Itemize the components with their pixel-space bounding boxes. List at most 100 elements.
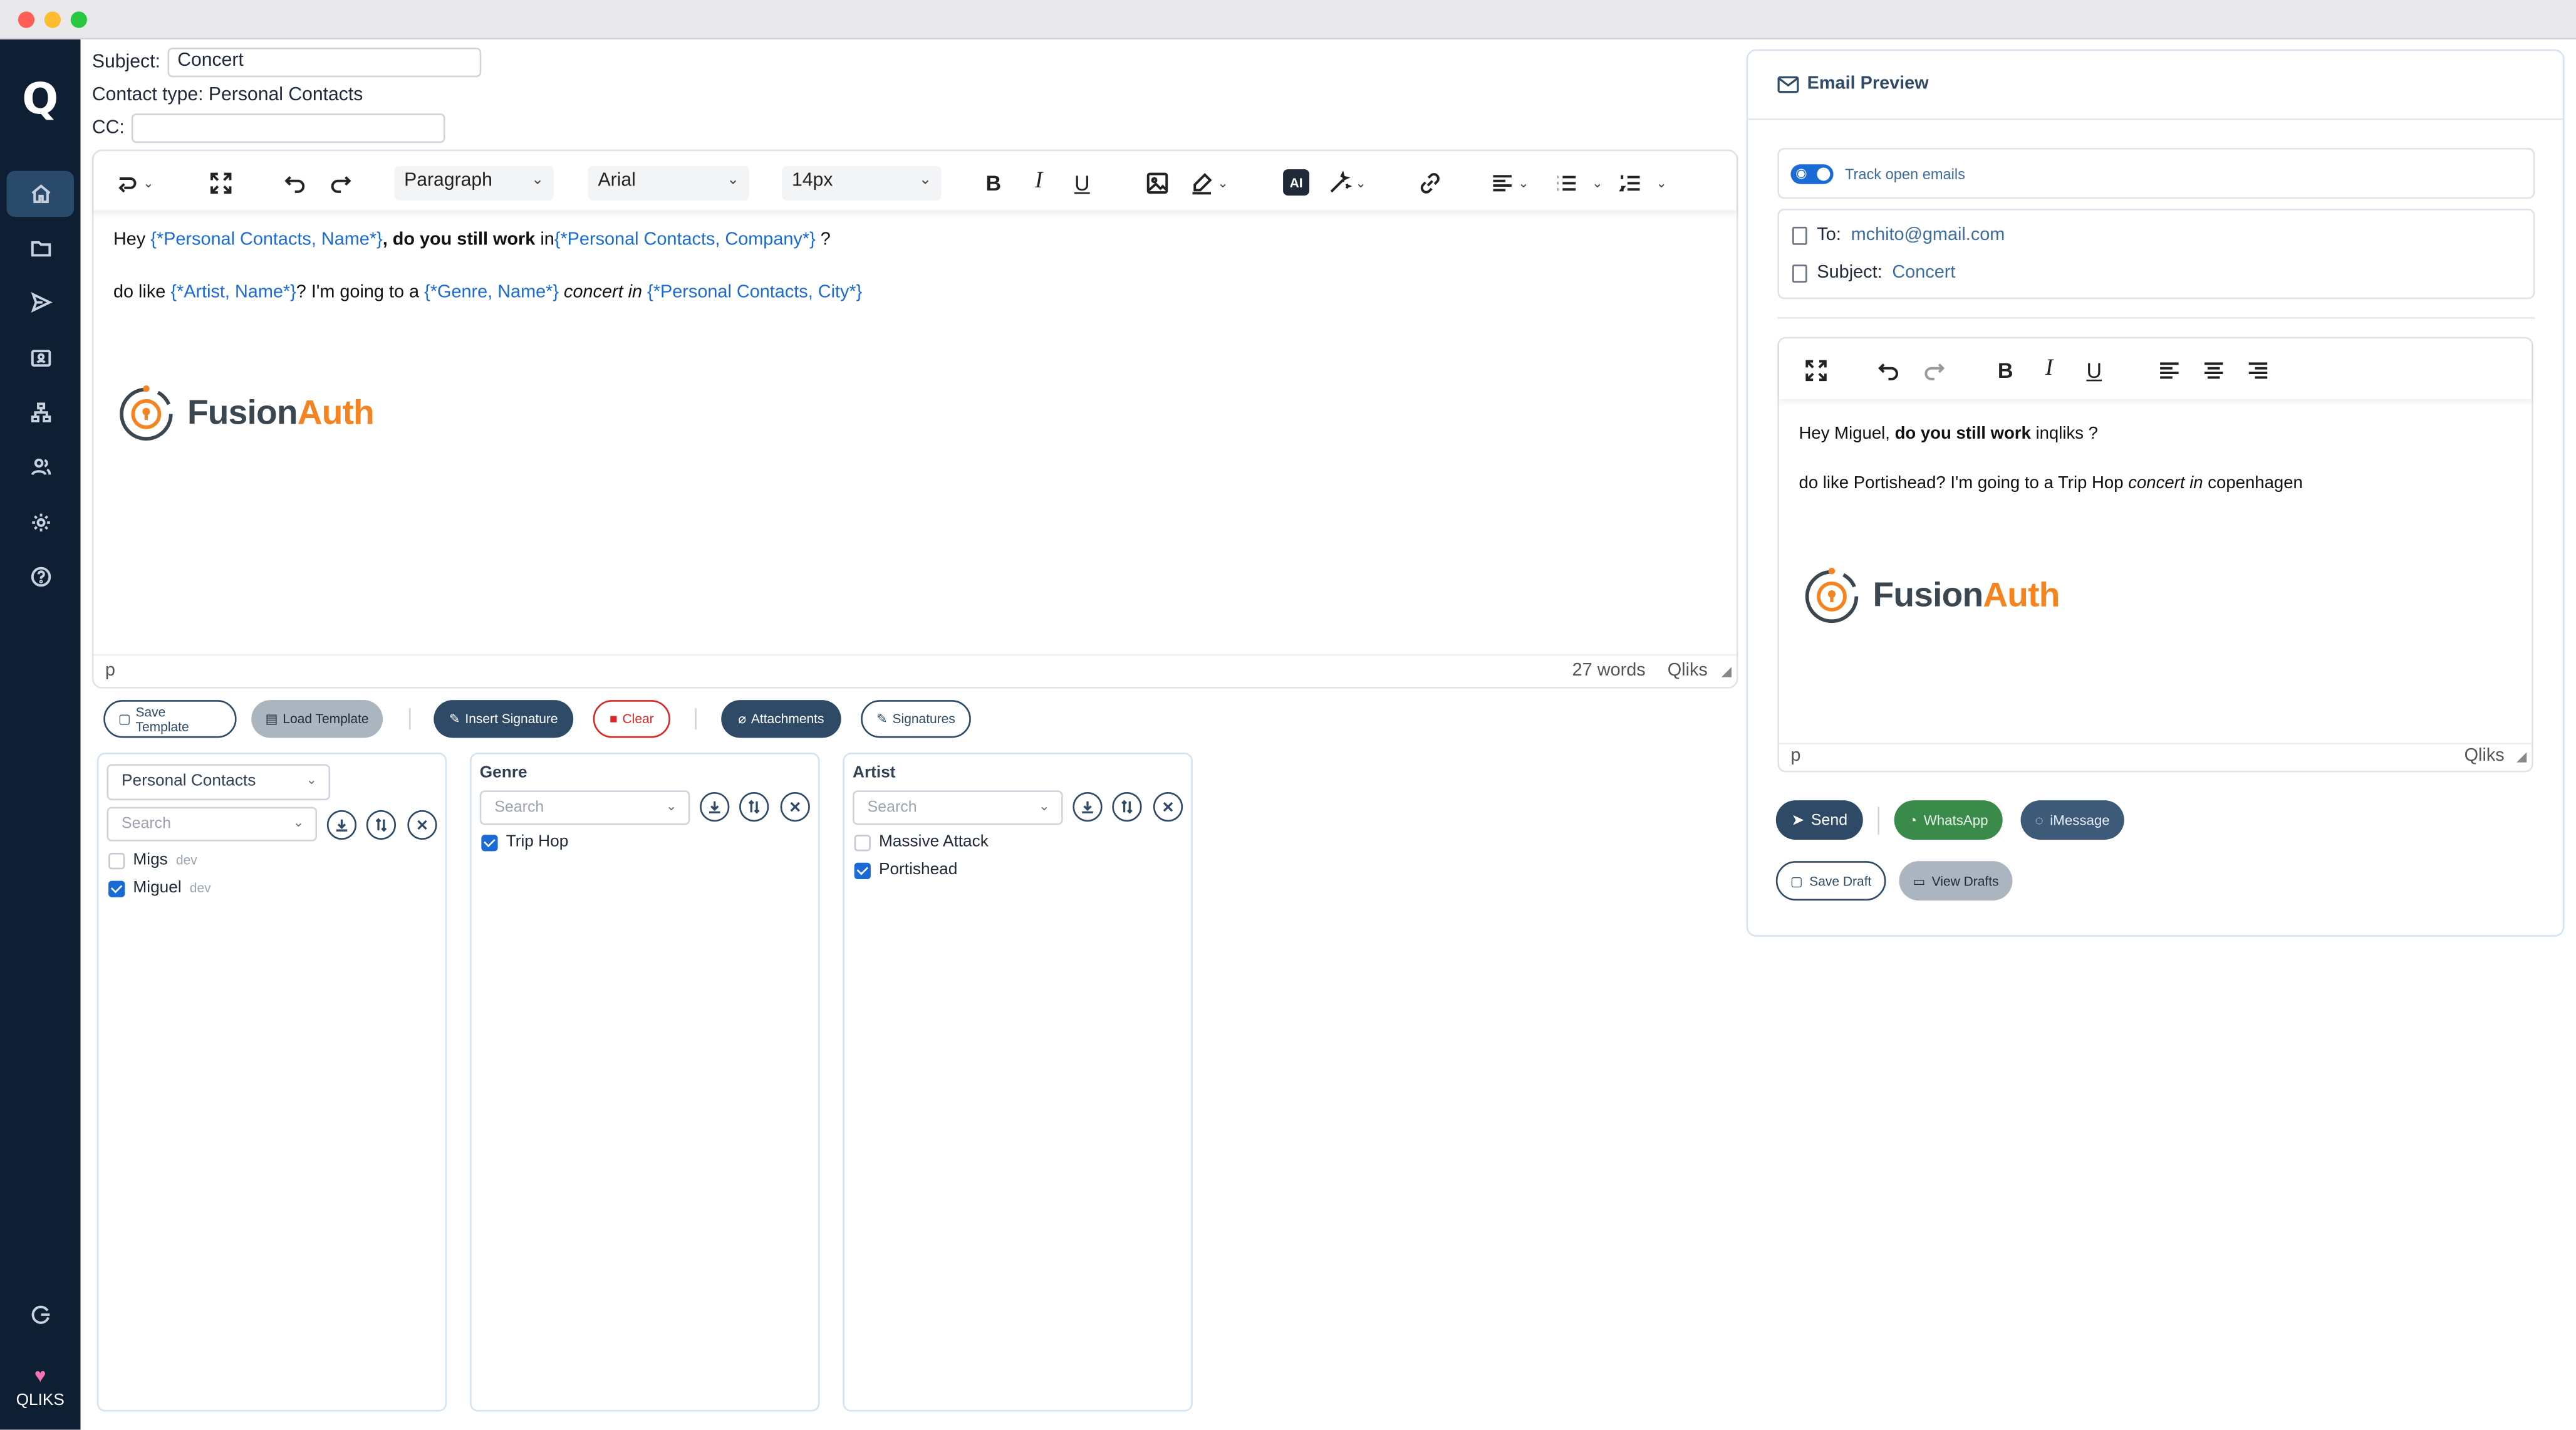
view-drafts-button[interactable]: ▭ View Drafts [1899, 861, 2013, 901]
font-size-select[interactable]: 14px ⌄ [782, 165, 942, 201]
preview-element-path[interactable]: p [1790, 746, 1800, 766]
bullet-list-button[interactable]: ⌄ [1554, 167, 1603, 197]
divider [1777, 317, 2535, 319]
italic-button[interactable]: I [1035, 167, 1042, 197]
element-path[interactable]: p [105, 660, 115, 680]
sidebar-item-hierarchy[interactable] [6, 390, 74, 436]
undo-button[interactable] [283, 167, 307, 197]
maximize-window-button[interactable] [70, 11, 87, 28]
artist-download-button[interactable] [1072, 791, 1103, 822]
document-icon [1792, 263, 1807, 282]
genre-clear-button[interactable] [780, 791, 810, 822]
app-logo[interactable]: Q [0, 76, 80, 125]
artist-search-select[interactable]: Search ⌄ [853, 790, 1063, 825]
preview-content[interactable]: Hey Miguel, do you still work inqliks ? … [1799, 420, 2303, 496]
contacts-sort-button[interactable] [366, 810, 396, 840]
subject-input[interactable]: Concert [167, 48, 482, 78]
preview-italic-button[interactable]: I [2045, 355, 2053, 384]
align-center-button[interactable] [2201, 355, 2226, 384]
word-count[interactable]: 27 words [1572, 660, 1646, 680]
genre-checkbox[interactable] [481, 833, 498, 851]
chevron-down-icon: ⌄ [919, 170, 932, 187]
artist-row[interactable]: Massive Attack [854, 833, 989, 851]
whatsapp-button[interactable]: ◔ WhatsApp [1894, 800, 2003, 840]
genre-row[interactable]: Trip Hop [481, 833, 568, 851]
artist-clear-button[interactable] [1153, 791, 1183, 822]
block-format-select[interactable]: Paragraph ⌄ [394, 165, 554, 201]
artist-checkbox[interactable] [854, 833, 871, 851]
preview-title: Email Preview [1807, 74, 1929, 94]
sidebar-item-users[interactable] [6, 444, 74, 489]
sidebar-item-help[interactable] [6, 554, 74, 600]
minimize-window-button[interactable] [44, 11, 61, 28]
send-button[interactable]: ➤ Send [1775, 800, 1863, 840]
font-family-select[interactable]: Arial ⌄ [588, 165, 749, 201]
bold-button[interactable]: B [985, 167, 1001, 197]
editor-content[interactable]: Hey {*Personal Contacts, Name*}, do you … [113, 227, 862, 306]
insert-link-button[interactable] [1418, 167, 1442, 197]
insert-signature-button[interactable]: ✎ Insert Signature [434, 700, 574, 738]
numbered-list-button[interactable]: ⌄ [1618, 167, 1667, 197]
insert-variable-button[interactable]: ⌄ [115, 167, 154, 197]
contact-type-select[interactable]: Personal Contacts ⌄ [106, 764, 331, 801]
sidebar-item-logout[interactable] [6, 1292, 74, 1337]
save-template-button[interactable]: ▢ Save Template [103, 700, 237, 738]
artist-sort-button[interactable] [1112, 791, 1142, 822]
cc-input[interactable] [131, 113, 445, 144]
genre-download-button[interactable] [700, 791, 730, 822]
highlight-color-button[interactable]: ⌄ [1190, 167, 1228, 197]
contact-row[interactable]: Miguel dev [108, 879, 211, 897]
signatures-button[interactable]: ✎ Signatures [861, 700, 971, 738]
contact-type-text: Contact type: Personal Contacts [91, 85, 363, 105]
artist-checkbox[interactable] [854, 862, 871, 879]
track-open-toggle[interactable]: ◉ [1790, 164, 1834, 184]
help-icon [30, 566, 50, 587]
underline-button[interactable]: U [1074, 167, 1090, 197]
align-left-button[interactable] [2157, 355, 2181, 384]
contacts-search-select[interactable]: Search ⌄ [106, 806, 318, 842]
save-draft-button[interactable]: ▢ Save Draft [1775, 861, 1886, 901]
ai-assist-button[interactable]: AI [1283, 169, 1310, 196]
artist-row[interactable]: Portishead [854, 861, 957, 879]
sidebar-item-settings[interactable] [6, 499, 74, 545]
attachments-button[interactable]: ⌀ Attachments [721, 700, 841, 738]
fullscreen-button[interactable] [209, 167, 233, 197]
align-right-button[interactable] [2246, 355, 2270, 384]
preview-fullscreen-button[interactable] [1804, 355, 1828, 384]
genre-search-select[interactable]: Search ⌄ [479, 790, 690, 825]
close-window-button[interactable] [18, 11, 35, 28]
imessage-button[interactable]: ◌ iMessage [2020, 800, 2124, 840]
preview-bold-button[interactable]: B [1998, 355, 2013, 384]
variable-tag: {*Artist, Name*} [170, 283, 296, 303]
sidebar-item-home[interactable] [6, 170, 75, 217]
signature-logo: FusionAuth [115, 381, 375, 447]
clear-button[interactable]: ■ Clear [593, 700, 670, 738]
track-open-label: Track open emails [1844, 165, 1965, 183]
editor-statusbar: p 27 words Qliks ◢ [93, 654, 1737, 687]
contacts-download-button[interactable] [326, 810, 357, 840]
preview-redo-button[interactable] [1922, 355, 1946, 384]
resize-handle-icon[interactable]: ◢ [2516, 749, 2527, 765]
magic-wand-button[interactable]: ⌄ [1327, 167, 1366, 197]
cc-label: CC: [91, 118, 125, 138]
insert-image-button[interactable] [1145, 167, 1170, 197]
contacts-clear-button[interactable] [407, 810, 437, 840]
sidebar: Q ♥ QLIKS [0, 39, 81, 1430]
contact-checkbox[interactable] [108, 880, 125, 897]
resize-handle-icon[interactable]: ◢ [1722, 664, 1732, 679]
window-titlebar [0, 0, 2576, 39]
contact-checkbox[interactable] [108, 852, 125, 869]
redo-button[interactable] [328, 167, 353, 197]
genre-panel: Genre Search ⌄ Trip Hop [470, 753, 820, 1412]
genre-sort-button[interactable] [739, 791, 769, 822]
load-template-button[interactable]: ▤ Load Template [251, 700, 383, 738]
preview-underline-button[interactable]: U [2086, 355, 2102, 384]
align-button[interactable]: ⌄ [1490, 167, 1529, 197]
preview-undo-button[interactable] [1876, 355, 1901, 384]
save-icon: ▢ [118, 711, 131, 727]
contact-row[interactable]: Migs dev [108, 851, 197, 869]
sidebar-item-folders[interactable] [6, 225, 74, 271]
chevron-down-icon: ⌄ [727, 170, 740, 187]
sidebar-item-send[interactable] [6, 279, 74, 325]
sidebar-item-contacts[interactable] [6, 335, 74, 381]
